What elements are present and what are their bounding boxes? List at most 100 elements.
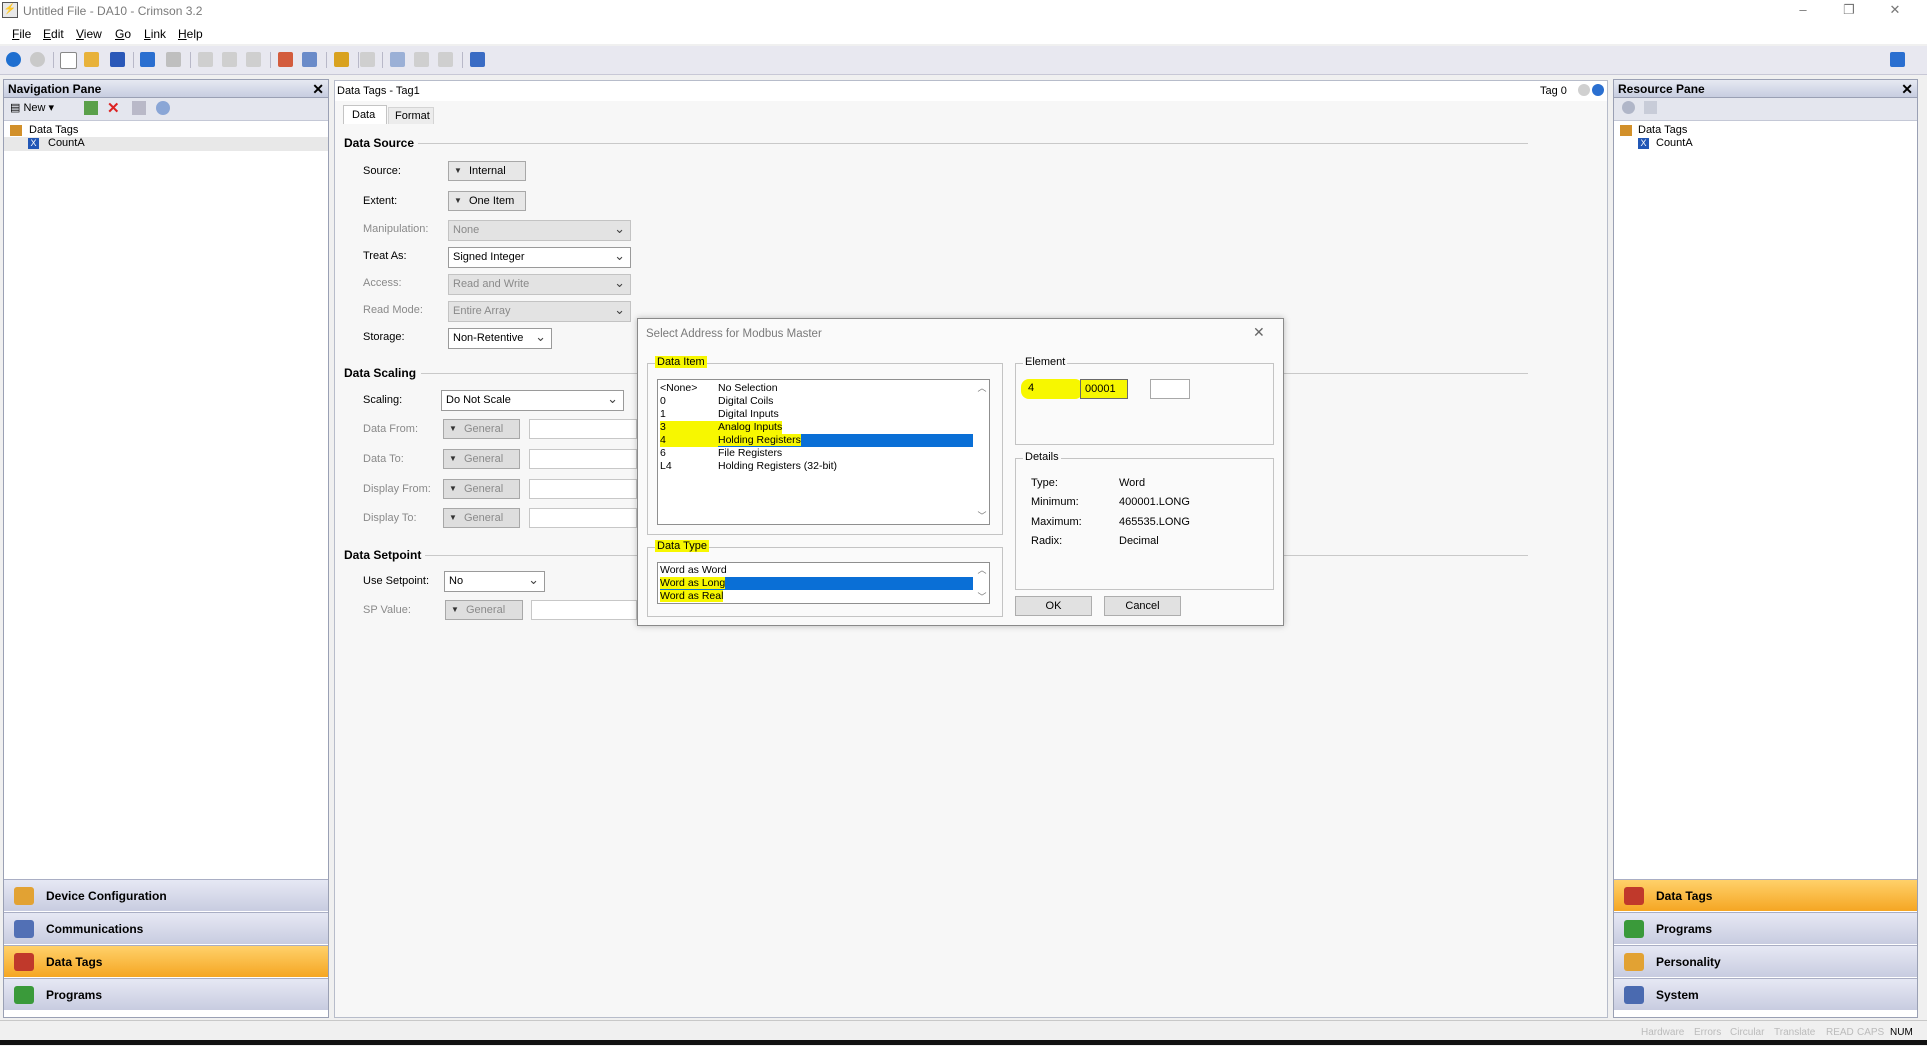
back-icon[interactable] [6, 52, 21, 67]
use-setpoint-label: Use Setpoint: [363, 575, 430, 587]
list-item[interactable]: L4 Holding Registers (32-bit) [660, 460, 837, 473]
close-button[interactable]: ✕ [1872, 0, 1918, 22]
nav-button-communications[interactable]: Communications [4, 912, 328, 944]
chevron-down-icon[interactable]: ﹀ [975, 509, 989, 522]
menu-link[interactable]: Link [144, 27, 166, 41]
status-translate: Translate [1774, 1027, 1816, 1038]
paste-icon[interactable] [246, 52, 261, 67]
tools-icon[interactable] [470, 52, 485, 67]
list-item[interactable]: 6 File Registers [660, 447, 782, 460]
close-icon[interactable]: ✕ [1253, 324, 1265, 341]
storage-select[interactable]: Non-Retentive [448, 327, 552, 349]
list-item[interactable]: 0 Digital Coils [660, 395, 773, 408]
restore-button[interactable]: ❐ [1826, 0, 1872, 22]
tree-item-counta[interactable]: CountA [48, 137, 85, 149]
data-to-label: Data To: [363, 453, 404, 465]
tab-format[interactable]: Format [388, 107, 434, 124]
chevron-up-icon[interactable]: ︿ [975, 563, 989, 576]
element-input[interactable]: 00001 [1080, 379, 1128, 399]
sp-value-field [531, 600, 637, 620]
element-extra-field[interactable] [1150, 379, 1190, 399]
data-type-list[interactable]: Word as Word Word as Long Word as Real ︿… [657, 562, 990, 604]
sort-icon[interactable] [132, 101, 146, 115]
data-tags-icon [14, 953, 34, 971]
chevron-down-icon[interactable]: ﹀ [975, 590, 989, 603]
display-to-label: Display To: [363, 512, 417, 524]
tag-icon: X [28, 138, 39, 149]
menu-file[interactable]: File [12, 27, 31, 41]
display-from-label: Display From: [363, 483, 431, 495]
send-icon[interactable] [414, 52, 429, 67]
list-item-selected[interactable]: 4 Holding Registers [660, 434, 973, 447]
list-item[interactable]: Word as Real [660, 590, 724, 603]
resource-tree-item-counta[interactable]: CountA [1656, 137, 1693, 149]
new-file-icon[interactable] [60, 52, 77, 69]
detail-radix-value: Decimal [1119, 535, 1159, 547]
resource-button-personality[interactable]: Personality [1614, 945, 1917, 977]
cancel-button[interactable]: Cancel [1104, 596, 1181, 616]
resource-button-programs[interactable]: Programs [1614, 912, 1917, 944]
resource-button-data-tags[interactable]: Data Tags [1614, 879, 1917, 911]
update-icon[interactable] [438, 52, 453, 67]
nav-button-data-tags[interactable]: Data Tags [4, 945, 328, 977]
copy-icon[interactable] [222, 52, 237, 67]
tab-data[interactable]: Data [343, 105, 387, 124]
treat-as-select[interactable]: Signed Integer [448, 246, 631, 268]
menu-edit[interactable]: Edit [43, 27, 64, 41]
data-from-dropdown: General [443, 419, 520, 439]
search-icon[interactable] [156, 101, 170, 115]
list-scrollbar[interactable]: ︿ ﹀ [975, 380, 989, 524]
pointer-icon[interactable] [390, 52, 405, 67]
delete-icon[interactable]: ✕ [107, 99, 120, 117]
data-item-list[interactable]: <None> No Selection 0 Digital Coils 1 Digit… [657, 379, 990, 525]
tag-icon: X [1638, 138, 1649, 149]
sort-icon[interactable] [1644, 101, 1657, 114]
forward-icon[interactable] [30, 52, 45, 67]
use-setpoint-select[interactable]: No [444, 570, 545, 592]
history-back-icon[interactable] [1578, 84, 1590, 96]
ok-button[interactable]: OK [1015, 596, 1092, 616]
section-divider [418, 143, 1528, 144]
cut-icon[interactable] [198, 52, 213, 67]
menu-view[interactable]: View [76, 27, 102, 41]
chevron-up-icon[interactable]: ︿ [975, 381, 989, 394]
list-item[interactable]: Word as Word [660, 564, 727, 577]
undo-icon[interactable] [140, 52, 155, 67]
find-replace-icon[interactable] [278, 52, 293, 67]
close-icon[interactable]: ✕ [312, 80, 324, 98]
resource-tree-item-data-tags[interactable]: Data Tags [1638, 124, 1687, 136]
programs-icon [1624, 920, 1644, 938]
link-icon[interactable] [334, 52, 349, 67]
resource-tree: Data Tags X CountA [1614, 121, 1917, 161]
search-icon[interactable] [1622, 101, 1635, 114]
help-icon[interactable] [1890, 52, 1905, 67]
minimize-button[interactable]: – [1780, 0, 1826, 22]
list-scrollbar[interactable]: ︿ ﹀ [975, 563, 989, 603]
list-item[interactable]: 1 Digital Inputs [660, 408, 779, 421]
resource-button-system[interactable]: System [1614, 978, 1917, 1010]
menu-help[interactable]: Help [178, 27, 203, 41]
list-item[interactable]: 3 Analog Inputs [660, 421, 783, 434]
status-errors: Errors [1694, 1027, 1722, 1038]
tree-item-data-tags[interactable]: Data Tags [29, 124, 78, 136]
add-folder-icon[interactable] [84, 101, 98, 115]
toolbar-separator [382, 52, 383, 68]
resource-pane: Resource Pane ✕ Data Tags X CountA Data … [1613, 79, 1918, 1018]
device-icon[interactable] [360, 52, 375, 67]
open-folder-icon[interactable] [84, 52, 99, 67]
new-dropdown-button[interactable]: ▤ New ▾ [10, 101, 54, 114]
menu-go[interactable]: Go [115, 27, 131, 41]
list-item[interactable]: <None> No Selection [660, 382, 778, 395]
close-icon[interactable]: ✕ [1901, 80, 1913, 98]
section-data-setpoint: Data Setpoint [344, 548, 422, 562]
redo-icon[interactable] [166, 52, 181, 67]
history-forward-icon[interactable] [1592, 84, 1604, 96]
save-icon[interactable] [110, 52, 125, 67]
source-dropdown[interactable]: Internal [448, 161, 526, 181]
list-item-selected[interactable]: Word as Long [660, 577, 973, 590]
scaling-select[interactable]: Do Not Scale [441, 389, 624, 411]
find-icon[interactable] [302, 52, 317, 67]
nav-button-device-configuration[interactable]: Device Configuration [4, 879, 328, 911]
extent-dropdown[interactable]: One Item [448, 191, 526, 211]
nav-button-programs[interactable]: Programs [4, 978, 328, 1010]
